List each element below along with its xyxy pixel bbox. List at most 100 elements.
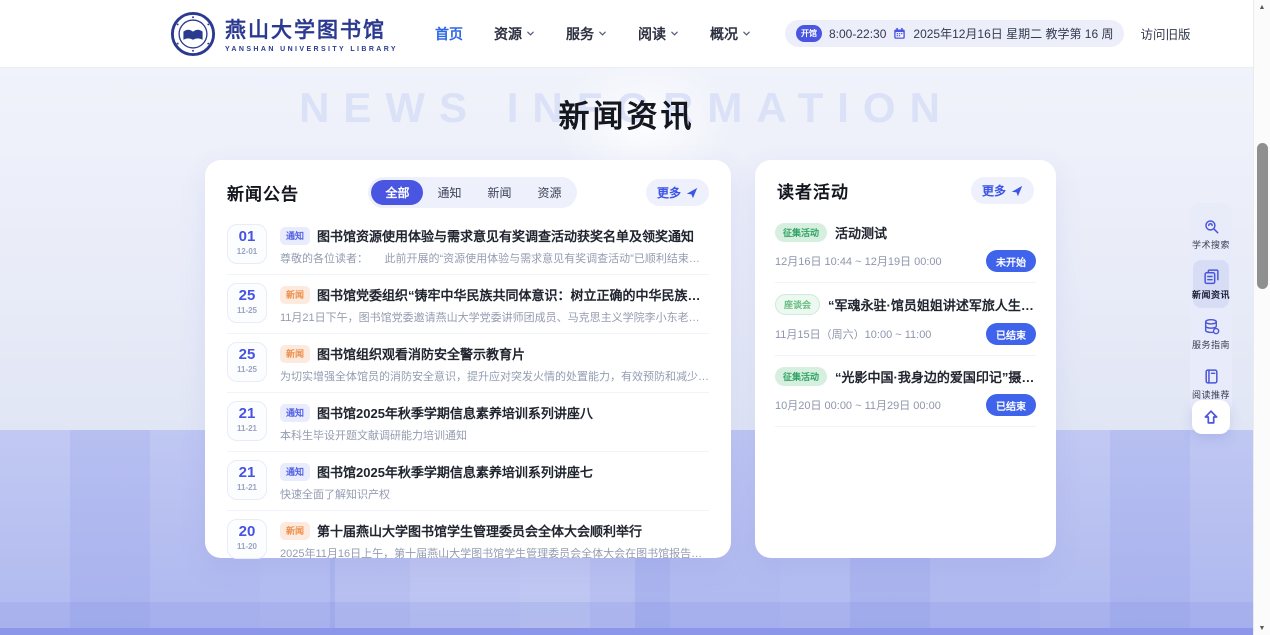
sidebar-item-academic-search[interactable]: 学术搜索 <box>1193 210 1229 258</box>
news-day: 21 <box>228 465 266 482</box>
news-panel-title: 新闻公告 <box>227 180 299 205</box>
news-body: 通知 图书馆2025年秋季学期信息素养培训系列讲座八 本科生毕设开题文献调研能力… <box>280 401 709 443</box>
news-item[interactable]: 25 11-25 新闻 图书馆党委组织“铸牢中华民族共同体意识：树立正确的中华民… <box>227 275 709 334</box>
tab-news[interactable]: 新闻 <box>475 180 523 205</box>
news-more-button[interactable]: 更多 <box>646 179 709 206</box>
scrollbar-up-arrow[interactable]: ▲ <box>1254 4 1270 11</box>
library-logo[interactable]: 燕山大学图书馆 YANSHAN UNIVERSITY LIBRARY <box>170 11 398 57</box>
tab-resources[interactable]: 资源 <box>526 180 574 205</box>
activity-tag: 座谈会 <box>775 294 820 315</box>
news-desc: 11月21日下午，图书馆党委邀请燕山大学党委讲师团成员、马克思主义学院李小东老师… <box>280 309 709 325</box>
page: 燕山大学图书馆 YANSHAN UNIVERSITY LIBRARY 首页 资源… <box>0 0 1270 635</box>
footer-strip <box>0 628 1253 635</box>
news-body: 通知 图书馆2025年秋季学期信息素养培训系列讲座七 快速全面了解知识产权 <box>280 460 709 502</box>
quick-sidebar: 学术搜索 新闻资讯 服务指南 阅读推荐 <box>1190 203 1232 415</box>
chevron-down-icon <box>670 29 679 38</box>
news-date-badge: 25 11-25 <box>227 342 267 382</box>
news-item[interactable]: 25 11-25 新闻 图书馆组织观看消防安全警示教育片 为切实增强全体馆员的消… <box>227 334 709 393</box>
activity-item[interactable]: 征集活动 活动测试 12月16日 10:44 ~ 12月19日 00:00 未开… <box>775 212 1036 283</box>
news-month-day: 11-20 <box>228 542 266 551</box>
nav-home-label: 首页 <box>435 24 463 44</box>
activity-tag: 征集活动 <box>775 367 827 386</box>
news-day: 25 <box>228 288 266 305</box>
search-icon <box>1203 218 1220 235</box>
chevron-down-icon <box>526 29 535 38</box>
chevron-down-icon <box>598 29 607 38</box>
news-date-badge: 21 11-21 <box>227 460 267 500</box>
logo-cn: 燕山大学图书馆 <box>225 14 398 44</box>
news-tag: 新闻 <box>280 286 310 304</box>
nav-overview-label: 概况 <box>710 24 738 44</box>
tab-all[interactable]: 全部 <box>371 180 423 205</box>
news-date-badge: 01 12-01 <box>227 224 267 264</box>
activities-list: 征集活动 活动测试 12月16日 10:44 ~ 12月19日 00:00 未开… <box>755 212 1056 427</box>
news-title: 图书馆2025年秋季学期信息素养培训系列讲座七 <box>317 462 593 481</box>
news-desc: 尊敬的各位读者： 此前开展的“资源使用体验与需求意见有奖调查活动”已顺利结束。活… <box>280 250 709 266</box>
news-tag: 通知 <box>280 227 310 245</box>
nav-reading[interactable]: 阅读 <box>638 24 679 44</box>
news-tag: 新闻 <box>280 345 310 363</box>
library-emblem-icon <box>170 11 216 57</box>
back-to-top-button[interactable] <box>1192 400 1230 434</box>
news-desc: 本科生毕设开题文献调研能力培训通知 <box>280 427 709 443</box>
logo-en: YANSHAN UNIVERSITY LIBRARY <box>225 46 398 53</box>
news-month-day: 11-25 <box>228 306 266 315</box>
scrollbar-thumb[interactable] <box>1257 143 1268 289</box>
activities-panel-header: 读者活动 更多 <box>755 160 1056 212</box>
date-info: 2025年12月16日 星期二 教学第 16 周 <box>913 25 1113 42</box>
open-hours: 8:00-22:30 <box>829 27 886 41</box>
news-more-label: 更多 <box>657 184 681 201</box>
header: 燕山大学图书馆 YANSHAN UNIVERSITY LIBRARY 首页 资源… <box>0 0 1253 67</box>
activity-title: “光影中国·我身边的爱国印记”摄影及… <box>835 367 1036 386</box>
nav-home[interactable]: 首页 <box>435 24 463 44</box>
activity-tag: 征集活动 <box>775 223 827 242</box>
activities-more-button[interactable]: 更多 <box>971 177 1034 204</box>
sidebar-label: 新闻资讯 <box>1192 288 1230 301</box>
news-icon <box>1203 268 1220 285</box>
news-body: 新闻 图书馆党委组织“铸牢中华民族共同体意识：树立正确的中华民族历史观”专题政治… <box>280 283 709 325</box>
database-icon <box>1203 318 1220 335</box>
activity-status-badge: 已结束 <box>986 323 1036 345</box>
sidebar-item-service-guide[interactable]: 服务指南 <box>1193 310 1229 358</box>
activity-item[interactable]: 征集活动 “光影中国·我身边的爱国印记”摄影及… 10月20日 00:00 ~ … <box>775 356 1036 427</box>
news-body: 新闻 图书馆组织观看消防安全警示教育片 为切实增强全体馆员的消防安全意识，提升应… <box>280 342 709 384</box>
news-item[interactable]: 01 12-01 通知 图书馆资源使用体验与需求意见有奖调查活动获奖名单及领奖通… <box>227 216 709 275</box>
news-tag: 新闻 <box>280 522 310 540</box>
news-list: 01 12-01 通知 图书馆资源使用体验与需求意见有奖调查活动获奖名单及领奖通… <box>205 216 731 569</box>
open-badge: 开馆 <box>796 25 822 42</box>
activity-status-badge: 已结束 <box>986 394 1036 416</box>
open-hours-date-pill: 开馆 8:00-22:30 2025年12月16日 星期二 教学第 16 周 <box>785 20 1124 47</box>
activity-time: 12月16日 10:44 ~ 12月19日 00:00 <box>775 253 942 269</box>
tab-notice[interactable]: 通知 <box>425 180 473 205</box>
news-month-day: 12-01 <box>228 247 266 256</box>
scrollbar[interactable]: ▲ ▼ <box>1253 0 1270 635</box>
activities-panel-title: 读者活动 <box>777 178 849 203</box>
activity-status-badge: 未开始 <box>986 250 1036 272</box>
scrollbar-down-arrow[interactable]: ▼ <box>1254 625 1270 632</box>
news-desc: 2025年11月16日上午，第十届燕山大学图书馆学生管理委员会全体大会在图书馆报… <box>280 545 709 561</box>
nav-resources[interactable]: 资源 <box>494 24 535 44</box>
book-icon <box>1203 368 1220 385</box>
nav-services[interactable]: 服务 <box>566 24 607 44</box>
activity-time: 11月15日（周六）10:00 ~ 11:00 <box>775 326 931 342</box>
news-desc: 为切实增强全体馆员的消防安全意识，提升应对突发火情的处置能力，有效预防和减少火灾… <box>280 368 709 384</box>
sidebar-item-news[interactable]: 新闻资讯 <box>1193 260 1229 308</box>
news-item[interactable]: 21 11-21 通知 图书馆2025年秋季学期信息素养培训系列讲座七 快速全面… <box>227 452 709 511</box>
logo-text: 燕山大学图书馆 YANSHAN UNIVERSITY LIBRARY <box>225 14 398 53</box>
news-panel-header: 新闻公告 全部 通知 新闻 资源 更多 <box>205 160 731 216</box>
activity-item[interactable]: 座谈会 “军魂永驻·馆员姐姐讲述军旅人生”主… 11月15日（周六）10:00 … <box>775 283 1036 356</box>
chevron-down-icon <box>742 29 751 38</box>
nav-services-label: 服务 <box>566 24 594 44</box>
news-filter-tabs: 全部 通知 新闻 资源 <box>368 177 576 208</box>
activities-panel: 读者活动 更多 征集活动 活动测试 12月16日 10:44 ~ 12月19日 … <box>755 160 1056 558</box>
news-day: 25 <box>228 347 266 364</box>
nav-overview[interactable]: 概况 <box>710 24 751 44</box>
news-day: 01 <box>228 229 266 246</box>
activity-time: 10月20日 00:00 ~ 11月29日 00:00 <box>775 397 941 413</box>
old-version-link[interactable]: 访问旧版 <box>1140 24 1190 43</box>
sidebar-label: 服务指南 <box>1192 338 1230 351</box>
news-item[interactable]: 21 11-21 通知 图书馆2025年秋季学期信息素养培训系列讲座八 本科生毕… <box>227 393 709 452</box>
news-day: 21 <box>228 406 266 423</box>
news-item[interactable]: 20 11-20 新闻 第十届燕山大学图书馆学生管理委员会全体大会顺利举行 20… <box>227 511 709 569</box>
nav-resources-label: 资源 <box>494 24 522 44</box>
